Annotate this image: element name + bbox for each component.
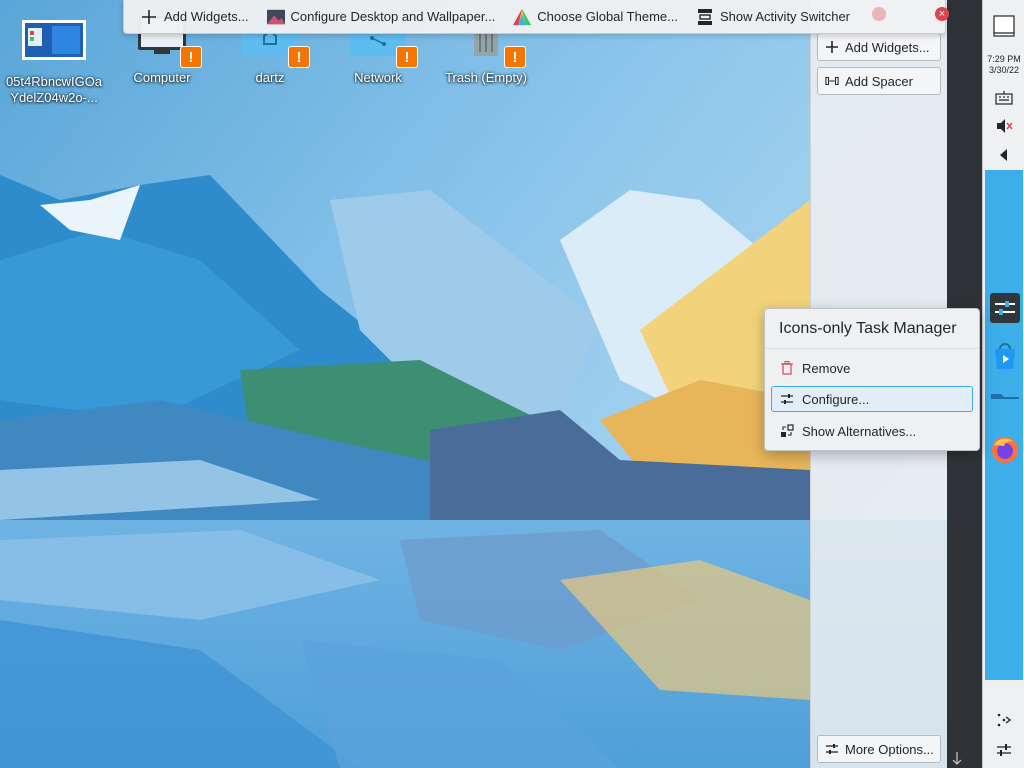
vertical-panel: 7:29 PM 3/30/22	[982, 0, 1024, 768]
task-settings[interactable]	[989, 292, 1021, 324]
configure-desktop-button[interactable]: Configure Desktop and Wallpaper...	[261, 3, 502, 31]
warning-icon: !	[180, 46, 202, 68]
panel-add-widgets-label: Add Widgets...	[845, 39, 930, 55]
widget-context-menu: Icons-only Task Manager Remove Configure…	[764, 308, 980, 451]
system-settings-icon	[990, 293, 1020, 323]
context-menu-title: Icons-only Task Manager	[765, 309, 979, 349]
task-dolphin[interactable]	[989, 388, 1021, 420]
configure-icon	[780, 392, 794, 406]
clock-time: 7:29 PM	[987, 54, 1021, 64]
spacer-icon	[825, 74, 839, 88]
add-spacer-label: Add Spacer	[845, 73, 913, 89]
trash-icon	[780, 361, 794, 375]
remove-label: Remove	[802, 360, 851, 376]
clock-date: 3/30/22	[988, 65, 1020, 75]
wallpaper-icon	[266, 8, 285, 26]
more-options-button[interactable]: More Options...	[817, 735, 941, 763]
show-alternatives-label: Show Alternatives...	[802, 423, 917, 439]
warning-icon: !	[396, 46, 418, 68]
task-manager-highlight	[985, 170, 1023, 680]
configure-icon	[825, 742, 839, 756]
configure-label: Configure...	[802, 391, 870, 407]
faint-close-icon	[872, 7, 886, 21]
chevron-left-icon	[1000, 149, 1007, 161]
configure-icon	[997, 744, 1011, 756]
alternatives-icon	[780, 424, 794, 438]
discover-store-icon	[995, 343, 1015, 369]
configure-menu-item[interactable]: Configure...	[771, 386, 973, 412]
resize-arrow-icon	[952, 752, 962, 765]
show-desktop-icon	[993, 15, 1015, 37]
warning-icon: !	[504, 46, 526, 68]
system-tray-expander[interactable]	[983, 146, 1024, 164]
firefox-icon	[992, 437, 1018, 463]
panel-add-widgets-button[interactable]: Add Widgets...	[817, 33, 941, 61]
add-widgets-label: Add Widgets...	[164, 9, 249, 24]
desktop-icon-label: Network	[354, 70, 402, 85]
add-spacer-button[interactable]: Add Spacer	[817, 67, 941, 95]
volume-muted-icon	[997, 119, 1013, 133]
desktop-icon-label: dartz	[255, 70, 285, 85]
plus-icon	[825, 40, 839, 54]
activity-icon	[696, 8, 714, 26]
volume-button[interactable]	[983, 116, 1024, 136]
plus-icon	[140, 8, 158, 26]
dolphin-folder-icon	[991, 394, 1019, 416]
close-toolbar-icon[interactable]: ×	[935, 7, 949, 21]
theme-icon	[513, 8, 532, 26]
configure-desktop-label: Configure Desktop and Wallpaper...	[290, 9, 496, 24]
desktop-icon-label: Trash (Empty)	[445, 70, 527, 85]
digital-clock[interactable]: 7:29 PM 3/30/22	[983, 54, 1024, 76]
show-activity-label: Show Activity Switcher	[719, 9, 851, 24]
desktop-icon-label: Computer	[133, 70, 191, 85]
remove-menu-item[interactable]: Remove	[771, 355, 973, 381]
show-alternatives-menu-item[interactable]: Show Alternatives...	[771, 418, 973, 444]
task-firefox[interactable]	[989, 434, 1021, 466]
desktop-icon-label: 05t4RbncwIGOaYdelZ04w2o-...	[5, 74, 103, 105]
desktop-toolbar: Add Widgets... Configure Desktop and Wal…	[123, 0, 949, 34]
move-icon	[997, 713, 1012, 727]
choose-theme-button[interactable]: Choose Global Theme...	[507, 3, 684, 31]
show-desktop-button[interactable]	[983, 12, 1024, 40]
desktop-icon-screenshot-file[interactable]: 05t4RbncwIGOaYdelZ04w2o-...	[4, 18, 104, 106]
add-widgets-button[interactable]: Add Widgets...	[134, 3, 255, 31]
keyboard-icon	[995, 91, 1013, 105]
panel-configure-button[interactable]	[983, 740, 1024, 760]
choose-theme-label: Choose Global Theme...	[537, 9, 678, 24]
keyboard-layout-button[interactable]	[983, 88, 1024, 108]
show-activity-button[interactable]: Show Activity Switcher	[690, 3, 856, 31]
image-file-icon	[22, 18, 86, 70]
panel-move-handle[interactable]	[983, 710, 1024, 730]
task-discover[interactable]	[989, 340, 1021, 372]
warning-icon: !	[288, 46, 310, 68]
more-options-label: More Options...	[845, 741, 934, 757]
